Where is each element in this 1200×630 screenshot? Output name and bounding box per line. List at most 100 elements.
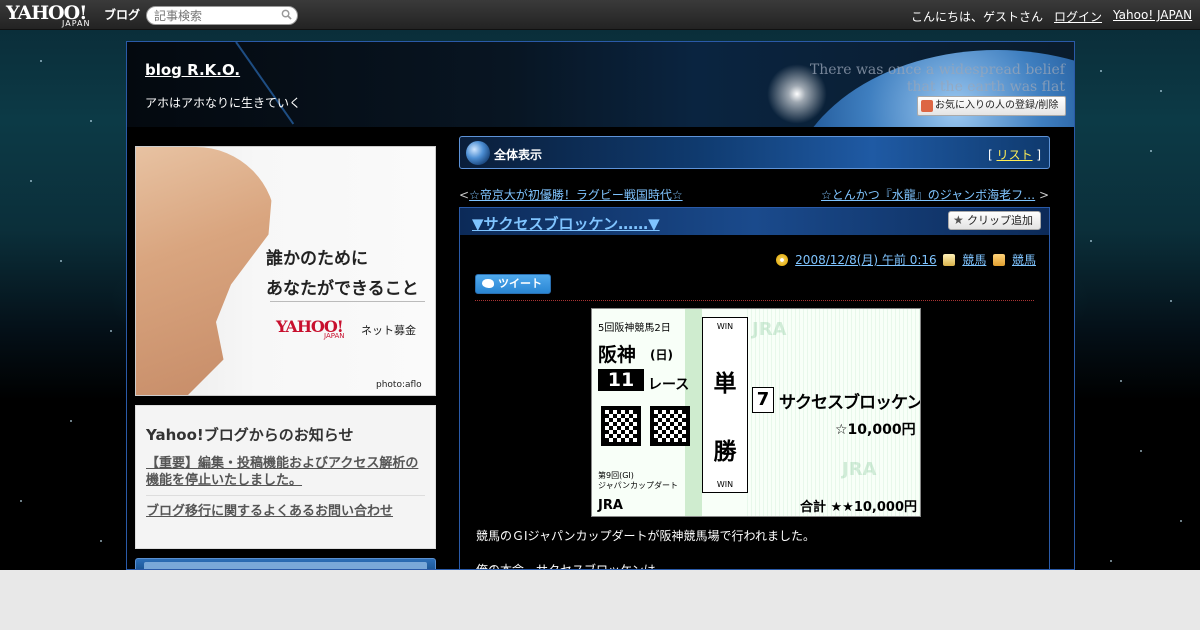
notice-link-faq[interactable]: ブログ移行に関するよくあるお問い合わせ: [146, 503, 425, 520]
sidebar-next-module-inner: [144, 562, 427, 569]
search-box: [146, 6, 298, 25]
favorite-register-label: お気に入りの人の登録/削除: [935, 100, 1059, 111]
ticket-meeting: 5回阪神競馬2日: [598, 323, 671, 334]
star-decoration: [1110, 560, 1112, 562]
list-link[interactable]: リスト: [996, 148, 1032, 162]
star-decoration: [1120, 380, 1122, 382]
ticket-amount: ☆10,000円: [835, 422, 916, 438]
ad-service-name: ネット募金: [361, 324, 416, 337]
ticket-background-pattern: [747, 309, 920, 516]
helping-hand-image: [136, 147, 276, 395]
star-decoration: [1090, 240, 1092, 242]
ticket-venue: 阪神: [598, 344, 637, 366]
post-title[interactable]: ▼サクセスブロッケン……▼: [472, 213, 660, 234]
next-arrow: >: [1039, 188, 1050, 202]
folder-icon: [993, 254, 1006, 266]
header-motto-line-2: that the earth was flat: [906, 79, 1065, 95]
post-meta: 2008/12/8(月) 午前 0:16 競馬 競馬: [773, 251, 1036, 268]
blog-title[interactable]: blog R.K.O.: [145, 61, 240, 79]
ad-line-2: あなたができること: [266, 279, 419, 299]
logo-sub: JAPAN: [62, 19, 91, 28]
star-decoration: [100, 540, 102, 542]
ticket-bet-kanji-1: 単: [713, 370, 737, 397]
star-decoration: [1160, 90, 1162, 92]
greeting-text: こんにちは、ゲストさん: [911, 10, 1044, 24]
next-post-nav: ☆とんかつ『水龍』のジャンボ海老フ… >: [821, 186, 1049, 203]
post-folder-link[interactable]: 競馬: [1012, 253, 1036, 267]
blog-frame: There was once a widespread belief that …: [126, 41, 1075, 570]
sidebar-next-module: [135, 558, 436, 569]
logo-blog: ブログ: [104, 8, 141, 22]
footer-background: [0, 570, 1200, 630]
blog-post: ▼サクセスブロッケン……▼ ★ クリップ追加 2008/12/8(月) 午前 0…: [459, 207, 1050, 570]
ticket-jra: JRA: [598, 498, 623, 513]
post-category-link[interactable]: 競馬: [962, 253, 986, 267]
ticket-horse-number: 7: [752, 387, 774, 413]
notice-divider: [146, 495, 425, 496]
list-toggle: [ リスト ]: [987, 148, 1041, 162]
view-mode-title: 全体表示: [494, 148, 543, 162]
star-decoration: [30, 180, 32, 182]
ticket-horse-name: サクセスブロッケン: [779, 393, 921, 413]
blog-header: There was once a widespread belief that …: [127, 42, 1074, 127]
ticket-win-label-top: WIN: [716, 322, 734, 331]
notice-link-important[interactable]: 【重要】編集・投稿機能およびアクセス解析の機能を停止いたしました。: [146, 455, 425, 489]
top-navigation-bar: YAHOO! JAPAN ブログ こんにちは、ゲストさん ログイン Yahoo!…: [0, 0, 1200, 30]
ad-photo-credit: photo:aflo: [376, 380, 422, 390]
qr-code-icon: [650, 406, 690, 446]
previous-post-link[interactable]: ☆帝京大が初優勝！ラグビー戦国時代☆: [469, 188, 683, 202]
ad-line-1: 誰かのために: [266, 249, 368, 269]
ad-divider: [270, 301, 425, 302]
header-decoration-line: [235, 42, 295, 125]
yahoo-blog-notice-box: Yahoo!ブログからのお知らせ 【重要】編集・投稿機能およびアクセス解析の機能…: [135, 405, 436, 549]
heart-icon: [921, 100, 933, 112]
ticket-day: (日): [650, 348, 673, 362]
donation-ad-banner[interactable]: 誰かのために あなたができること YAHOO! JAPAN ネット募金 phot…: [135, 146, 436, 396]
prev-arrow: <: [459, 188, 470, 202]
category-icon: [943, 254, 956, 266]
star-decoration: [1170, 300, 1172, 302]
tweet-label: ツイート: [498, 277, 542, 290]
view-mode-bar: 全体表示 [ リスト ]: [459, 136, 1050, 169]
yahoo-japan-link[interactable]: Yahoo! JAPAN: [1113, 8, 1192, 22]
star-decoration: [1100, 70, 1102, 72]
search-icon[interactable]: [281, 9, 292, 20]
ticket-bet-kanji-2: 勝: [713, 438, 737, 465]
twitter-bird-icon: [482, 279, 494, 288]
betting-ticket-image[interactable]: JRA JRA 5回阪神競馬2日 阪神 (日) 11 レース 第9回(GI) ジ…: [591, 308, 921, 517]
header-motto: There was once a widespread belief that …: [645, 62, 1065, 96]
post-divider: [475, 300, 1034, 301]
search-input[interactable]: [154, 7, 280, 24]
ticket-race-number: 11: [598, 369, 644, 391]
favorite-register-button[interactable]: お気に入りの人の登録/削除: [917, 96, 1066, 116]
ticket-race-label: レース: [648, 377, 690, 393]
clock-icon: [776, 254, 789, 266]
login-link[interactable]: ログイン: [1054, 8, 1102, 25]
post-date-link[interactable]: 2008/12/8(月) 午前 0:16: [795, 253, 936, 267]
post-body-line-1: 競馬のＧⅠジャパンカップダートが阪神競馬場で行われました。: [476, 529, 815, 543]
tweet-button[interactable]: ツイート: [475, 274, 551, 294]
blog-description: アホはアホなりに生きていく: [145, 96, 302, 110]
ticket-win-label-bottom: WIN: [716, 480, 734, 489]
next-post-link[interactable]: ☆とんかつ『水龍』のジャンボ海老フ…: [821, 188, 1035, 202]
star-decoration: [1150, 150, 1152, 152]
ticket-grade-line-2: ジャパンカップダート: [598, 481, 678, 490]
previous-post-nav: <☆帝京大が初優勝！ラグビー戦国時代☆: [459, 186, 683, 203]
header-motto-line-1: There was once a widespread belief: [809, 62, 1065, 78]
ticket-watermark: JRA: [752, 319, 787, 340]
post-header: ▼サクセスブロッケン……▼ ★ クリップ追加: [460, 208, 1049, 235]
ticket-total: 合計 ★★10,000円: [800, 500, 918, 515]
star-decoration: [1180, 520, 1182, 522]
star-decoration: [60, 260, 62, 262]
star-decoration: [110, 330, 112, 332]
clip-add-label: クリップ追加: [967, 214, 1033, 227]
qr-code-icon: [601, 406, 641, 446]
star-decoration: [40, 60, 42, 62]
clip-add-button[interactable]: ★ クリップ追加: [948, 211, 1041, 230]
ticket-race-grade: 第9回(GI) ジャパンカップダート: [598, 471, 678, 491]
post-body-line-2: 俺の本命 サクセスブロッケンは: [476, 563, 656, 570]
ticket-bet-type-box: WIN 単 勝 WIN: [702, 317, 748, 493]
star-decoration: [1140, 450, 1142, 452]
ad-yahoo-logo-sub: JAPAN: [324, 332, 345, 340]
star-decoration: [70, 420, 72, 422]
